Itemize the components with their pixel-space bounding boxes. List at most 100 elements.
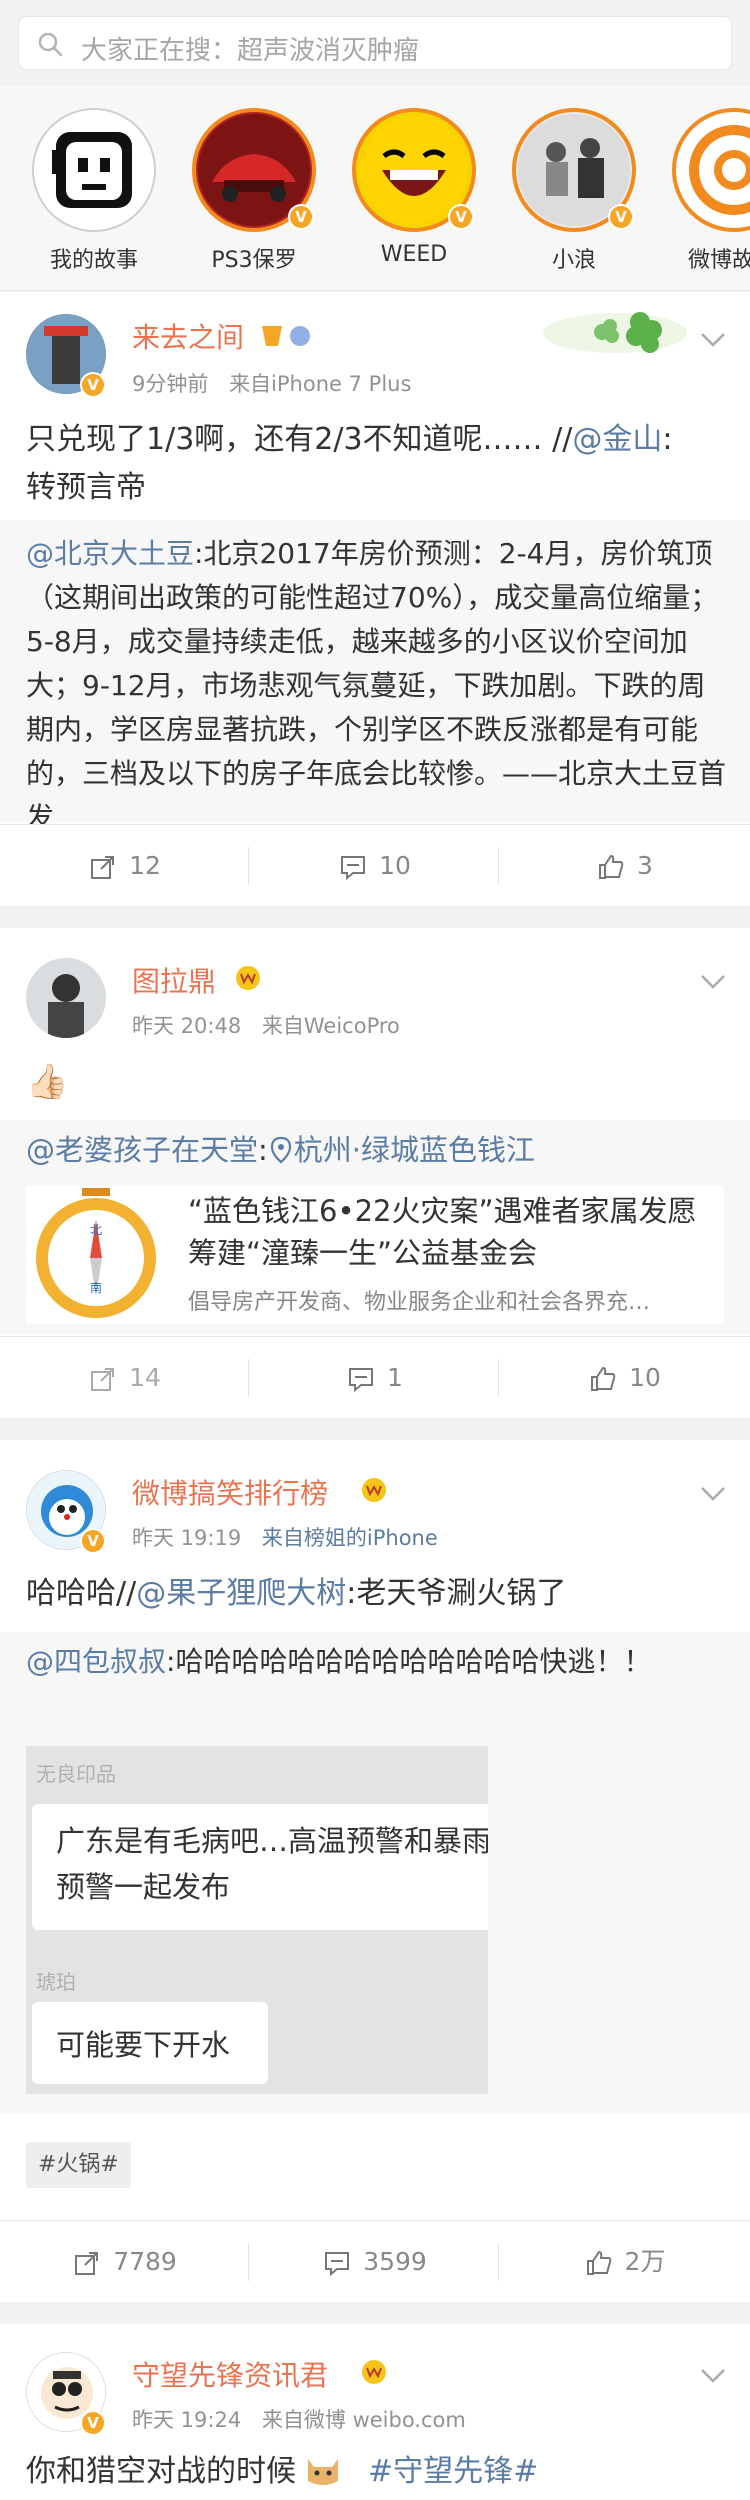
username[interactable]: 守望先锋资讯君 — [132, 2354, 328, 2394]
post-text-part: 只兑现了1/3啊，还有2/3不知道呢…… // — [26, 422, 573, 457]
post-text-part: :老天爷涮火锅了 — [346, 1576, 567, 1611]
location-link[interactable]: 杭州·绿城蓝色钱江 — [294, 1133, 535, 1167]
username[interactable]: 来去之间 — [132, 316, 244, 356]
post-source: 来自iPhone 7 Plus — [229, 372, 412, 396]
vip-crown-icon — [362, 2360, 386, 2384]
mention-link[interactable]: @果子狸爬大树 — [136, 1576, 346, 1611]
repost-count: 14 — [129, 1363, 161, 1392]
repost-text: @北京大土豆:北京2017年房价预测：2-4月，房价筑顶（这期间出政策的可能性超… — [26, 532, 726, 840]
mention-link[interactable]: @北京大土豆 — [26, 537, 194, 570]
chat-bubble: 可能要下开水 — [32, 2002, 268, 2084]
clover-decoration-icon — [543, 312, 687, 353]
repost-button[interactable]: 7789 — [0, 2221, 250, 2303]
chat-sender-name: 琥珀 — [36, 1970, 76, 1994]
story-item-mine[interactable]: 我的故事 — [24, 108, 164, 274]
divider — [498, 1359, 499, 1397]
comment-icon — [325, 2252, 350, 2277]
user-avatar-image — [26, 958, 106, 1038]
like-button[interactable]: 3 — [500, 825, 750, 907]
post-meta: 9分钟前 来自iPhone 7 Plus — [132, 368, 411, 398]
repost-box[interactable]: @四包叔叔:哈哈哈哈哈哈哈哈哈哈哈哈哈快逃！！ 无良印品 广东是有毛病吧…高温预… — [0, 1632, 750, 2114]
link-title: “蓝色钱江6•22火灾案”遇难者家属发愿筹建“潼臻一生”公益基金会 — [188, 1194, 697, 1270]
repost-box[interactable]: @北京大土豆:北京2017年房价预测：2-4月，房价筑顶（这期间出政策的可能性超… — [0, 520, 750, 834]
chevron-down-icon[interactable] — [700, 332, 726, 348]
username[interactable]: 图拉鼎 — [132, 960, 216, 1000]
comment-button[interactable]: 1 — [250, 1337, 500, 1419]
thumbs-up-icon — [599, 854, 624, 879]
post-text: 只兑现了1/3啊，还有2/3不知道呢…… //@金山: 转预言帝 — [26, 416, 726, 512]
link-card[interactable]: 北 南 “蓝色钱江6•22火灾案”遇难者家属发愿筹建“潼臻一生”公益基金会 倡导… — [26, 1186, 724, 1324]
like-button[interactable]: 10 — [500, 1337, 750, 1419]
feed-post: V 守望先锋资讯君 昨天 19:24 来自微博 weibo.com 你和猎空对战… — [0, 2324, 750, 2500]
avatar: V — [192, 108, 316, 232]
post-time: 昨天 20:48 — [132, 1014, 242, 1038]
divider — [248, 847, 249, 885]
mention-link[interactable]: @金山 — [572, 422, 662, 457]
action-bar: 7789 3599 2万 — [0, 2220, 750, 2302]
post-source: 来自微博 weibo.com — [261, 2408, 466, 2432]
chat-bubble: 广东是有毛病吧…高温预警和暴雨预警一起发布 — [32, 1804, 488, 1930]
comment-count: 3599 — [363, 2247, 427, 2276]
chevron-down-icon[interactable] — [700, 974, 726, 990]
repost-box[interactable]: @老婆孩子在天堂: 杭州·绿城蓝色钱江 北 南 “蓝色钱江6•22火灾案”遇难者家… — [0, 1120, 750, 1334]
divider — [248, 1359, 249, 1397]
search-icon — [38, 32, 63, 57]
action-bar: 12 10 3 — [0, 824, 750, 906]
chat-message: 可能要下开水 — [56, 2028, 231, 2062]
story-label: 我的故事 — [49, 248, 138, 273]
username[interactable]: 微博搞笑排行榜 — [132, 1472, 328, 1512]
cat-emoji-icon — [308, 2459, 338, 2485]
comment-count: 1 — [387, 1363, 403, 1392]
repost-button[interactable]: 14 — [0, 1337, 250, 1419]
post-text-part: 你和猎空对战的时候 — [26, 2454, 296, 2489]
story-item-xiaolang[interactable]: V 小浪 — [504, 108, 644, 274]
repost-button[interactable]: 12 — [0, 825, 250, 907]
post-image[interactable]: 无良印品 广东是有毛病吧…高温预警和暴雨预警一起发布 琥珀 可能要下开水 — [26, 1746, 488, 2094]
chevron-down-icon[interactable] — [700, 2368, 726, 2384]
story-item-ps3[interactable]: V PS3保罗 — [184, 108, 324, 274]
post-text: 👍🏻 — [26, 1062, 69, 1102]
link-description: 倡导房产开发商、物业服务企业和社会各界充… — [188, 1290, 651, 1315]
like-count: 2万 — [624, 2247, 666, 2276]
story-item-weibo[interactable]: 微博故 — [664, 108, 750, 274]
vip-badge-icon — [262, 326, 310, 346]
post-meta: 昨天 19:19 来自榜姐的iPhone — [132, 1522, 438, 1552]
story-label: 小浪 — [551, 248, 596, 273]
divider — [248, 2243, 249, 2281]
search-input[interactable]: 大家正在搜：超声波消灭肿瘤 — [18, 16, 732, 70]
verified-badge: V — [448, 204, 474, 230]
comment-icon — [341, 856, 366, 881]
divider — [498, 2243, 499, 2281]
avatar[interactable] — [26, 958, 106, 1038]
mention-link[interactable]: @四包叔叔 — [26, 1645, 166, 1678]
feed-gap — [0, 2302, 750, 2324]
hashtag-link[interactable]: #守望先锋# — [368, 2454, 538, 2489]
like-button[interactable]: 2万 — [500, 2221, 750, 2303]
robot-face-icon — [52, 132, 132, 208]
compass-icon: 北 南 — [26, 1186, 166, 1324]
repost-count: 12 — [129, 851, 161, 880]
chevron-down-icon[interactable] — [700, 1486, 726, 1502]
divider — [498, 847, 499, 885]
repost-text-content: :北京2017年房价预测：2-4月，房价筑顶（这期间出政策的可能性超过70%），… — [26, 537, 727, 834]
colon: : — [258, 1133, 268, 1167]
topic-tag[interactable]: #火锅# — [26, 2142, 131, 2188]
svg-text:南: 南 — [90, 1280, 102, 1295]
post-time: 昨天 19:24 — [132, 2408, 242, 2432]
location-icon — [270, 1136, 291, 1164]
search-bar: 大家正在搜：超声波消灭肿瘤 — [0, 0, 750, 86]
post-time: 9分钟前 — [132, 372, 209, 396]
comment-button[interactable]: 3599 — [250, 2221, 500, 2303]
feed-post: V 微博搞笑排行榜 昨天 19:19 来自榜姐的iPhone 哈哈哈//@果子狸… — [0, 1440, 750, 2302]
feed-post: 图拉鼎 昨天 20:48 来自WeicoPro 👍🏻 @老婆孩子在天堂: 杭州·绿… — [0, 928, 750, 1418]
comment-button[interactable]: 10 — [250, 825, 500, 907]
story-item-weed[interactable]: V WEED — [344, 108, 484, 267]
post-meta: 昨天 20:48 来自WeicoPro — [132, 1010, 400, 1040]
story-label: 微博故 — [688, 248, 750, 273]
feed-gap — [0, 1418, 750, 1440]
mention-link[interactable]: @老婆孩子在天堂 — [26, 1133, 258, 1167]
post-text-part: 哈哈哈// — [26, 1576, 137, 1611]
avatar — [32, 108, 156, 232]
story-label: WEED — [380, 242, 448, 267]
post-source[interactable]: 来自榜姐的iPhone — [262, 1526, 438, 1550]
